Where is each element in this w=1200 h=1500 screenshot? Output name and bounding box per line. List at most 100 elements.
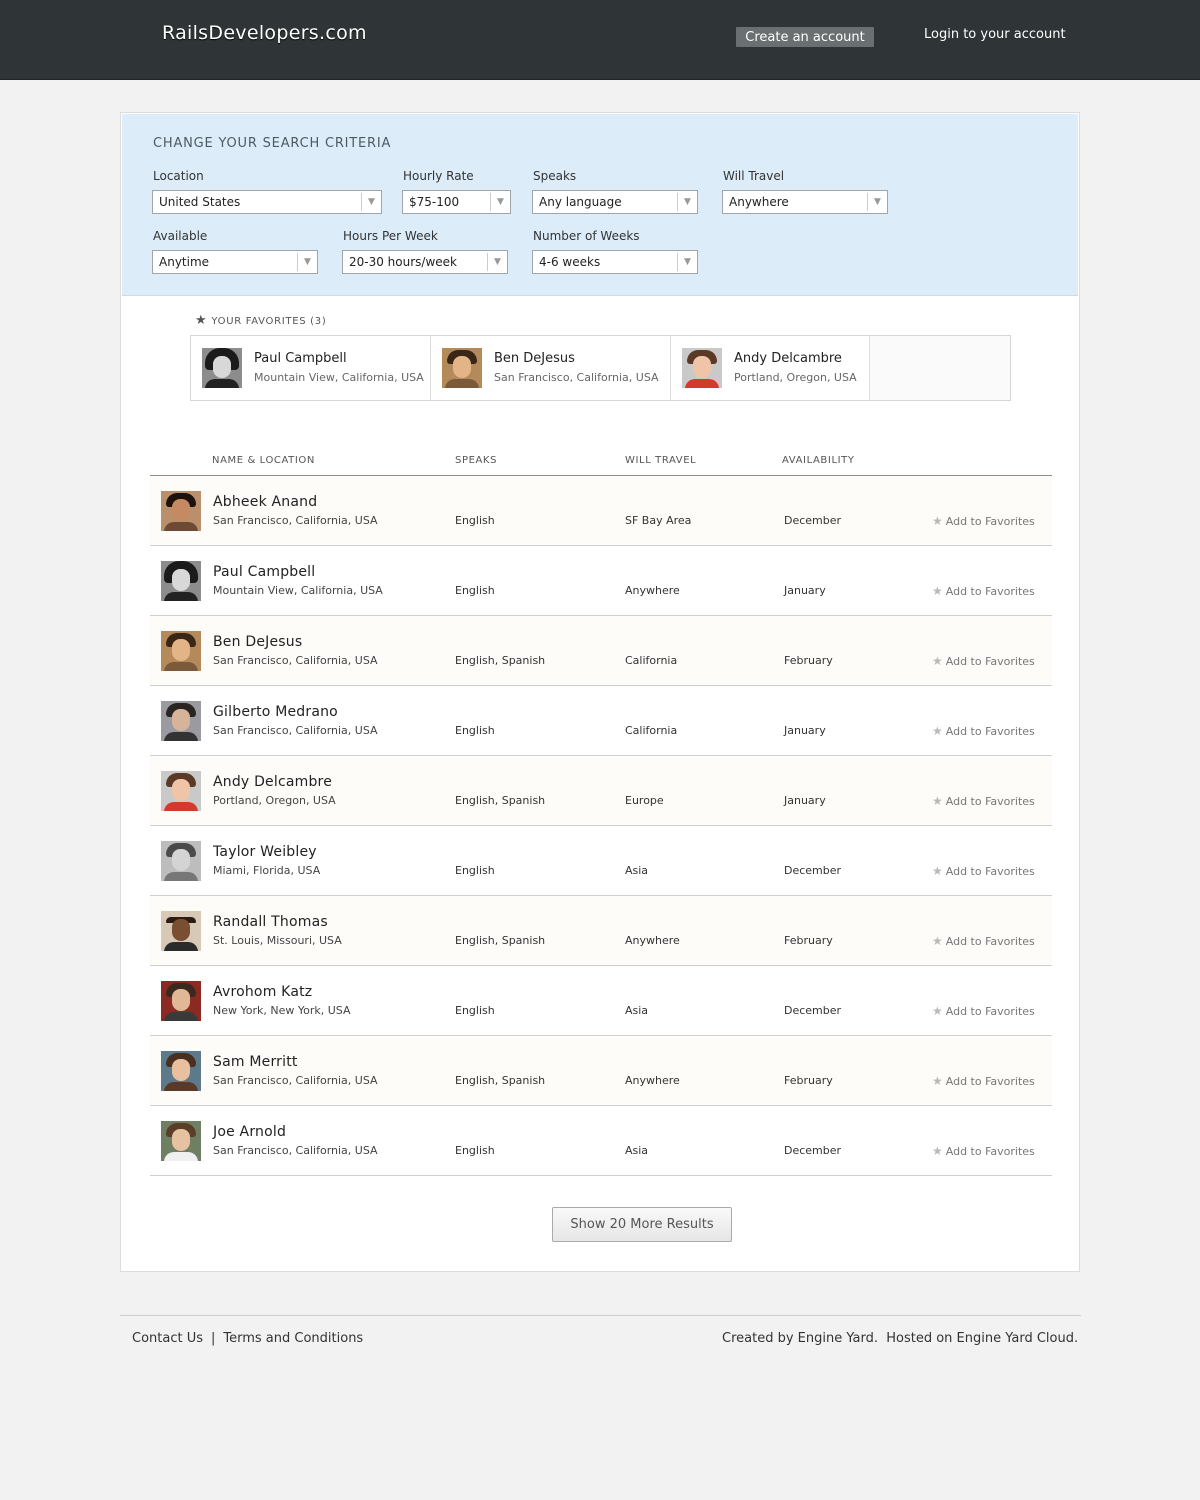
favorites-box: Paul Campbell Mountain View, California,… — [190, 335, 1011, 401]
footer-divider — [120, 1315, 1081, 1316]
login-link[interactable]: Login to your account — [924, 27, 1066, 42]
add-to-favorites-label: Add to Favorites — [945, 865, 1035, 878]
will-travel-value: Anywhere — [729, 195, 789, 209]
add-to-favorites-link[interactable]: ★ Add to Favorites — [932, 794, 1035, 808]
available-select[interactable]: Anytime ▼ — [152, 250, 318, 274]
hours-per-week-value: 20-30 hours/week — [349, 255, 457, 269]
speaks-value: Any language — [539, 195, 622, 209]
favorite-name[interactable]: Paul Campbell — [254, 351, 347, 366]
number-of-weeks-select[interactable]: 4-6 weeks ▼ — [532, 250, 698, 274]
availability-value: February — [784, 654, 833, 667]
speaks-value: English, Spanish — [455, 1074, 546, 1087]
will-travel-select[interactable]: Anywhere ▼ — [722, 190, 888, 214]
developer-name[interactable]: Joe Arnold — [213, 1124, 286, 1140]
availability-value: December — [784, 864, 842, 877]
star-icon: ★ — [932, 1004, 943, 1018]
developer-name[interactable]: Gilberto Medrano — [213, 704, 338, 720]
developer-location: San Francisco, California, USA — [213, 654, 378, 667]
star-icon: ★ — [932, 1144, 943, 1158]
hourly-rate-label: Hourly Rate — [403, 169, 474, 183]
table-row: Paul Campbell Mountain View, California,… — [150, 546, 1052, 616]
developer-name[interactable]: Sam Merritt — [213, 1054, 298, 1070]
add-to-favorites-link[interactable]: ★ Add to Favorites — [932, 724, 1035, 738]
add-to-favorites-label: Add to Favorites — [945, 1075, 1035, 1088]
table-row: Ben DeJesus San Francisco, California, U… — [150, 616, 1052, 686]
favorite-card[interactable]: Paul Campbell Mountain View, California,… — [191, 336, 431, 400]
footer-links: Contact Us | Terms and Conditions — [132, 1331, 363, 1346]
add-to-favorites-link[interactable]: ★ Add to Favorites — [932, 654, 1035, 668]
developer-name[interactable]: Ben DeJesus — [213, 634, 302, 650]
developer-location: San Francisco, California, USA — [213, 514, 378, 527]
speaks-value: English, Spanish — [455, 794, 546, 807]
favorite-card[interactable]: Andy Delcambre Portland, Oregon, USA — [671, 336, 870, 400]
site-logo[interactable]: RailsDevelopers.com — [162, 22, 367, 44]
table-row: Randall Thomas St. Louis, Missouri, USA … — [150, 896, 1052, 966]
location-label: Location — [153, 169, 204, 183]
developer-name[interactable]: Andy Delcambre — [213, 774, 332, 790]
availability-value: January — [784, 724, 826, 737]
contact-us-link[interactable]: Contact Us — [132, 1331, 203, 1346]
hours-per-week-select[interactable]: 20-30 hours/week ▼ — [342, 250, 508, 274]
favorite-name[interactable]: Andy Delcambre — [734, 351, 842, 366]
availability-value: February — [784, 934, 833, 947]
table-row: Avrohom Katz New York, New York, USA Eng… — [150, 966, 1052, 1036]
table-row: Sam Merritt San Francisco, California, U… — [150, 1036, 1052, 1106]
favorites-title-text: YOUR FAVORITES (3) — [211, 316, 327, 327]
avatar — [442, 348, 482, 388]
travel-value: Asia — [625, 864, 649, 877]
hourly-rate-value: $75-100 — [409, 195, 460, 209]
developer-name[interactable]: Avrohom Katz — [213, 984, 312, 1000]
add-to-favorites-link[interactable]: ★ Add to Favorites — [932, 864, 1035, 878]
add-to-favorites-label: Add to Favorites — [945, 515, 1035, 528]
developer-location: Mountain View, California, USA — [213, 584, 383, 597]
favorite-name[interactable]: Ben DeJesus — [494, 351, 575, 366]
developer-name[interactable]: Randall Thomas — [213, 914, 328, 930]
favorite-card[interactable]: Ben DeJesus San Francisco, California, U… — [431, 336, 671, 400]
add-to-favorites-label: Add to Favorites — [945, 795, 1035, 808]
add-to-favorites-link[interactable]: ★ Add to Favorites — [932, 514, 1035, 528]
developer-location: San Francisco, California, USA — [213, 1144, 378, 1157]
search-criteria: CHANGE YOUR SEARCH CRITERIA Location Uni… — [122, 114, 1078, 296]
available-label: Available — [153, 229, 208, 243]
add-to-favorites-link[interactable]: ★ Add to Favorites — [932, 1074, 1035, 1088]
speaks-value: English — [455, 724, 495, 737]
star-icon: ★ — [932, 584, 943, 598]
favorite-location: San Francisco, California, USA — [494, 371, 659, 384]
chevron-down-icon: ▼ — [677, 253, 697, 271]
speaks-value: English — [455, 864, 495, 877]
chevron-down-icon: ▼ — [487, 253, 507, 271]
avatar — [161, 1051, 201, 1091]
hours-per-week-label: Hours Per Week — [343, 229, 438, 243]
developer-name[interactable]: Paul Campbell — [213, 564, 315, 580]
hourly-rate-select[interactable]: $75-100 ▼ — [402, 190, 511, 214]
developer-location: San Francisco, California, USA — [213, 1074, 378, 1087]
avatar — [202, 348, 242, 388]
header-availability: AVAILABILITY — [782, 455, 855, 466]
developer-name[interactable]: Abheek Anand — [213, 494, 317, 510]
speaks-label: Speaks — [533, 169, 577, 183]
terms-link[interactable]: Terms and Conditions — [223, 1331, 363, 1346]
header-will-travel: WILL TRAVEL — [625, 455, 697, 466]
location-select[interactable]: United States ▼ — [152, 190, 382, 214]
speaks-select[interactable]: Any language ▼ — [532, 190, 698, 214]
show-more-results-button[interactable]: Show 20 More Results — [552, 1207, 732, 1242]
avatar — [161, 701, 201, 741]
add-to-favorites-label: Add to Favorites — [945, 1145, 1035, 1158]
availability-value: January — [784, 794, 826, 807]
top-bar: RailsDevelopers.com Create an account Lo… — [0, 0, 1200, 80]
chevron-down-icon: ▼ — [677, 193, 697, 211]
create-account-button[interactable]: Create an account — [736, 27, 874, 47]
star-icon: ★ — [932, 1074, 943, 1088]
developer-name[interactable]: Taylor Weibley — [213, 844, 317, 860]
speaks-value: English, Spanish — [455, 934, 546, 947]
travel-value: California — [625, 654, 678, 667]
add-to-favorites-link[interactable]: ★ Add to Favorites — [932, 584, 1035, 598]
add-to-favorites-link[interactable]: ★ Add to Favorites — [932, 1004, 1035, 1018]
number-of-weeks-label: Number of Weeks — [533, 229, 640, 243]
add-to-favorites-link[interactable]: ★ Add to Favorites — [932, 934, 1035, 948]
star-icon: ★ — [932, 514, 943, 528]
avatar — [161, 1121, 201, 1161]
add-to-favorites-link[interactable]: ★ Add to Favorites — [932, 1144, 1035, 1158]
availability-value: December — [784, 1144, 842, 1157]
chevron-down-icon: ▼ — [867, 193, 887, 211]
